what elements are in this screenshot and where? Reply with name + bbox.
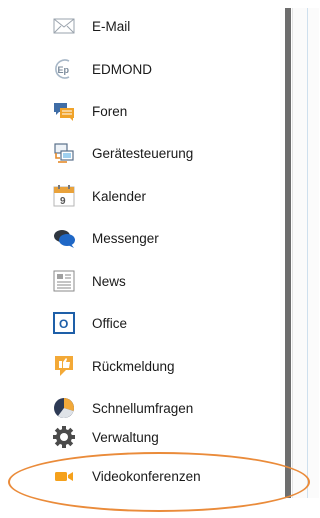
- edmond-logo-icon: Ep: [52, 57, 76, 81]
- menu-item-label: Office: [92, 315, 128, 331]
- menu-item-label: Messenger: [92, 230, 159, 246]
- chat-bubbles-icon: [52, 226, 76, 250]
- menu-item-label: Schnellumfragen: [92, 400, 194, 416]
- menu-item-email[interactable]: E-Mail: [52, 11, 130, 41]
- svg-text:Ep: Ep: [58, 65, 70, 75]
- menu-item-verwaltung[interactable]: Verwaltung: [52, 422, 159, 452]
- svg-text:9: 9: [60, 196, 66, 207]
- menu-item-news[interactable]: News: [52, 266, 126, 296]
- panel-divider[interactable]: [285, 8, 291, 498]
- device-control-icon: [52, 141, 76, 165]
- menu-item-label: Gerätesteuerung: [92, 145, 194, 161]
- feedback-icon: [52, 354, 76, 378]
- app-menu: E-Mail Ep EDMOND Foren Gerätesteuerung 9…: [0, 0, 285, 518]
- menu-item-messenger[interactable]: Messenger: [52, 223, 159, 253]
- menu-item-foren[interactable]: Foren: [52, 96, 127, 126]
- menu-item-rueckmeldung[interactable]: Rückmeldung: [52, 351, 175, 381]
- menu-item-geraetesteuerung[interactable]: Gerätesteuerung: [52, 138, 193, 168]
- forum-icon: [52, 99, 76, 123]
- menu-item-label: Foren: [92, 103, 128, 119]
- menu-item-kalender[interactable]: 9 Kalender: [52, 181, 146, 211]
- svg-text:O: O: [59, 317, 68, 331]
- office-icon: O: [52, 311, 76, 335]
- gear-icon: [52, 425, 76, 449]
- menu-item-label: Rückmeldung: [92, 358, 175, 374]
- pie-chart-icon: [52, 396, 76, 420]
- content-edge-line: [307, 8, 308, 498]
- menu-item-label: News: [92, 273, 126, 289]
- video-camera-icon: [52, 464, 76, 488]
- menu-item-edmond[interactable]: Ep EDMOND: [52, 54, 152, 84]
- menu-item-label: Kalender: [92, 188, 147, 204]
- calendar-icon: 9: [52, 184, 76, 208]
- menu-item-office[interactable]: O Office: [52, 308, 127, 338]
- envelope-icon: [52, 14, 76, 38]
- menu-item-schnellumfragen[interactable]: Schnellumfragen: [52, 393, 193, 423]
- newspaper-icon: [52, 269, 76, 293]
- menu-item-label: Videokonferenzen: [92, 468, 201, 484]
- menu-item-label: EDMOND: [92, 61, 152, 77]
- content-edge: [292, 8, 319, 498]
- menu-item-label: Verwaltung: [92, 429, 159, 445]
- menu-item-videokonferenzen[interactable]: Videokonferenzen: [52, 461, 201, 491]
- menu-item-label: E-Mail: [92, 18, 131, 34]
